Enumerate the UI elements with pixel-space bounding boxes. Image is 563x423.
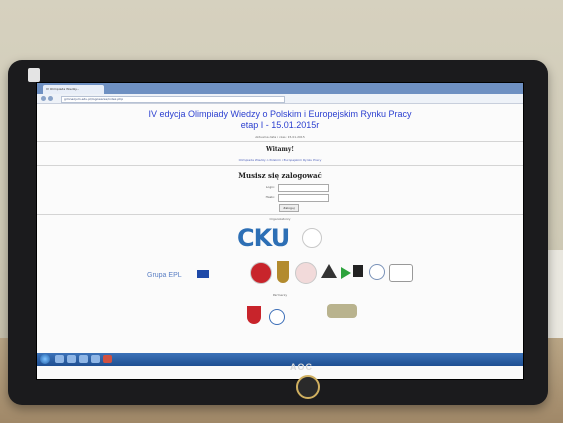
back-icon[interactable]: [41, 96, 46, 101]
taskbar-app-icon[interactable]: [79, 355, 88, 363]
browser-tab[interactable]: IV Olimpiada Wiedzy...: [43, 85, 104, 94]
password-label: Hasło:: [265, 195, 275, 199]
web-page: IV edycja Olimpiady Wiedzy o Polskim i E…: [37, 104, 523, 366]
cku-logo: CKU: [237, 224, 290, 252]
divider: [37, 141, 523, 142]
login-input[interactable]: [278, 184, 329, 192]
organizer-seal-icon: [302, 228, 322, 248]
building-logo-icon: [353, 265, 363, 277]
partner-circle-logo-icon: [269, 309, 285, 325]
date-info: Aktualna data i czas: 15.01.2015: [255, 135, 305, 139]
bison-logo-icon: [327, 304, 357, 318]
login-label: Login:: [265, 185, 275, 189]
red-eagle-seal-icon: [250, 262, 272, 284]
page-title: IV edycja Olimpiady Wiedzy o Polskim i E…: [148, 109, 412, 119]
eu-flag-icon: [197, 270, 209, 278]
forward-icon[interactable]: [48, 96, 53, 101]
screen: IV Olimpiada Wiedzy... gimnazjum.edu.pl/…: [36, 82, 524, 380]
monitor-sticker: [28, 68, 40, 82]
city-coat-of-arms-icon: [247, 306, 261, 324]
mountain-logo-icon: [321, 264, 337, 278]
divider: [37, 214, 523, 215]
info-link[interactable]: Olimpiada Wiedzy o Polskim i Europejskim…: [37, 158, 523, 162]
taskbar-app-icon[interactable]: [55, 355, 64, 363]
institution-logo-icon: [389, 264, 413, 282]
green-arrow-icon: [341, 267, 351, 279]
divider: [37, 165, 523, 166]
password-input[interactable]: [278, 194, 329, 202]
browser-tabbar: IV Olimpiada Wiedzy...: [37, 83, 523, 94]
login-heading: Musisz się zalogować: [238, 171, 322, 180]
partner-badge-icon: [295, 262, 317, 284]
url-input[interactable]: gimnazjum.edu.pl/logowanie/index.php: [61, 96, 285, 103]
organizers-label: Organizatorzy: [269, 217, 291, 221]
university-logo-icon: [369, 264, 385, 280]
taskbar-app-icon[interactable]: [103, 355, 112, 363]
gold-crest-icon: [277, 261, 289, 283]
password-row: Hasło:: [243, 194, 353, 202]
login-button[interactable]: Zaloguj: [279, 204, 299, 212]
power-button-icon[interactable]: [296, 375, 320, 399]
page-subtitle: etap I - 15.01.2015r: [240, 120, 320, 130]
monitor-bezel: AOC: [8, 362, 548, 405]
monitor-brand: AOC: [290, 362, 313, 372]
taskbar-app-icon[interactable]: [91, 355, 100, 363]
address-bar: gimnazjum.edu.pl/logowanie/index.php: [37, 94, 523, 104]
start-button-icon[interactable]: [40, 354, 50, 364]
partners-label: Partnerzy: [272, 293, 288, 297]
epl-logo: Grupa EPL: [147, 272, 182, 279]
monitor: IV Olimpiada Wiedzy... gimnazjum.edu.pl/…: [8, 60, 548, 405]
greeting: Witamy!: [265, 146, 295, 153]
taskbar-app-icon[interactable]: [67, 355, 76, 363]
login-row: Login:: [243, 184, 353, 192]
